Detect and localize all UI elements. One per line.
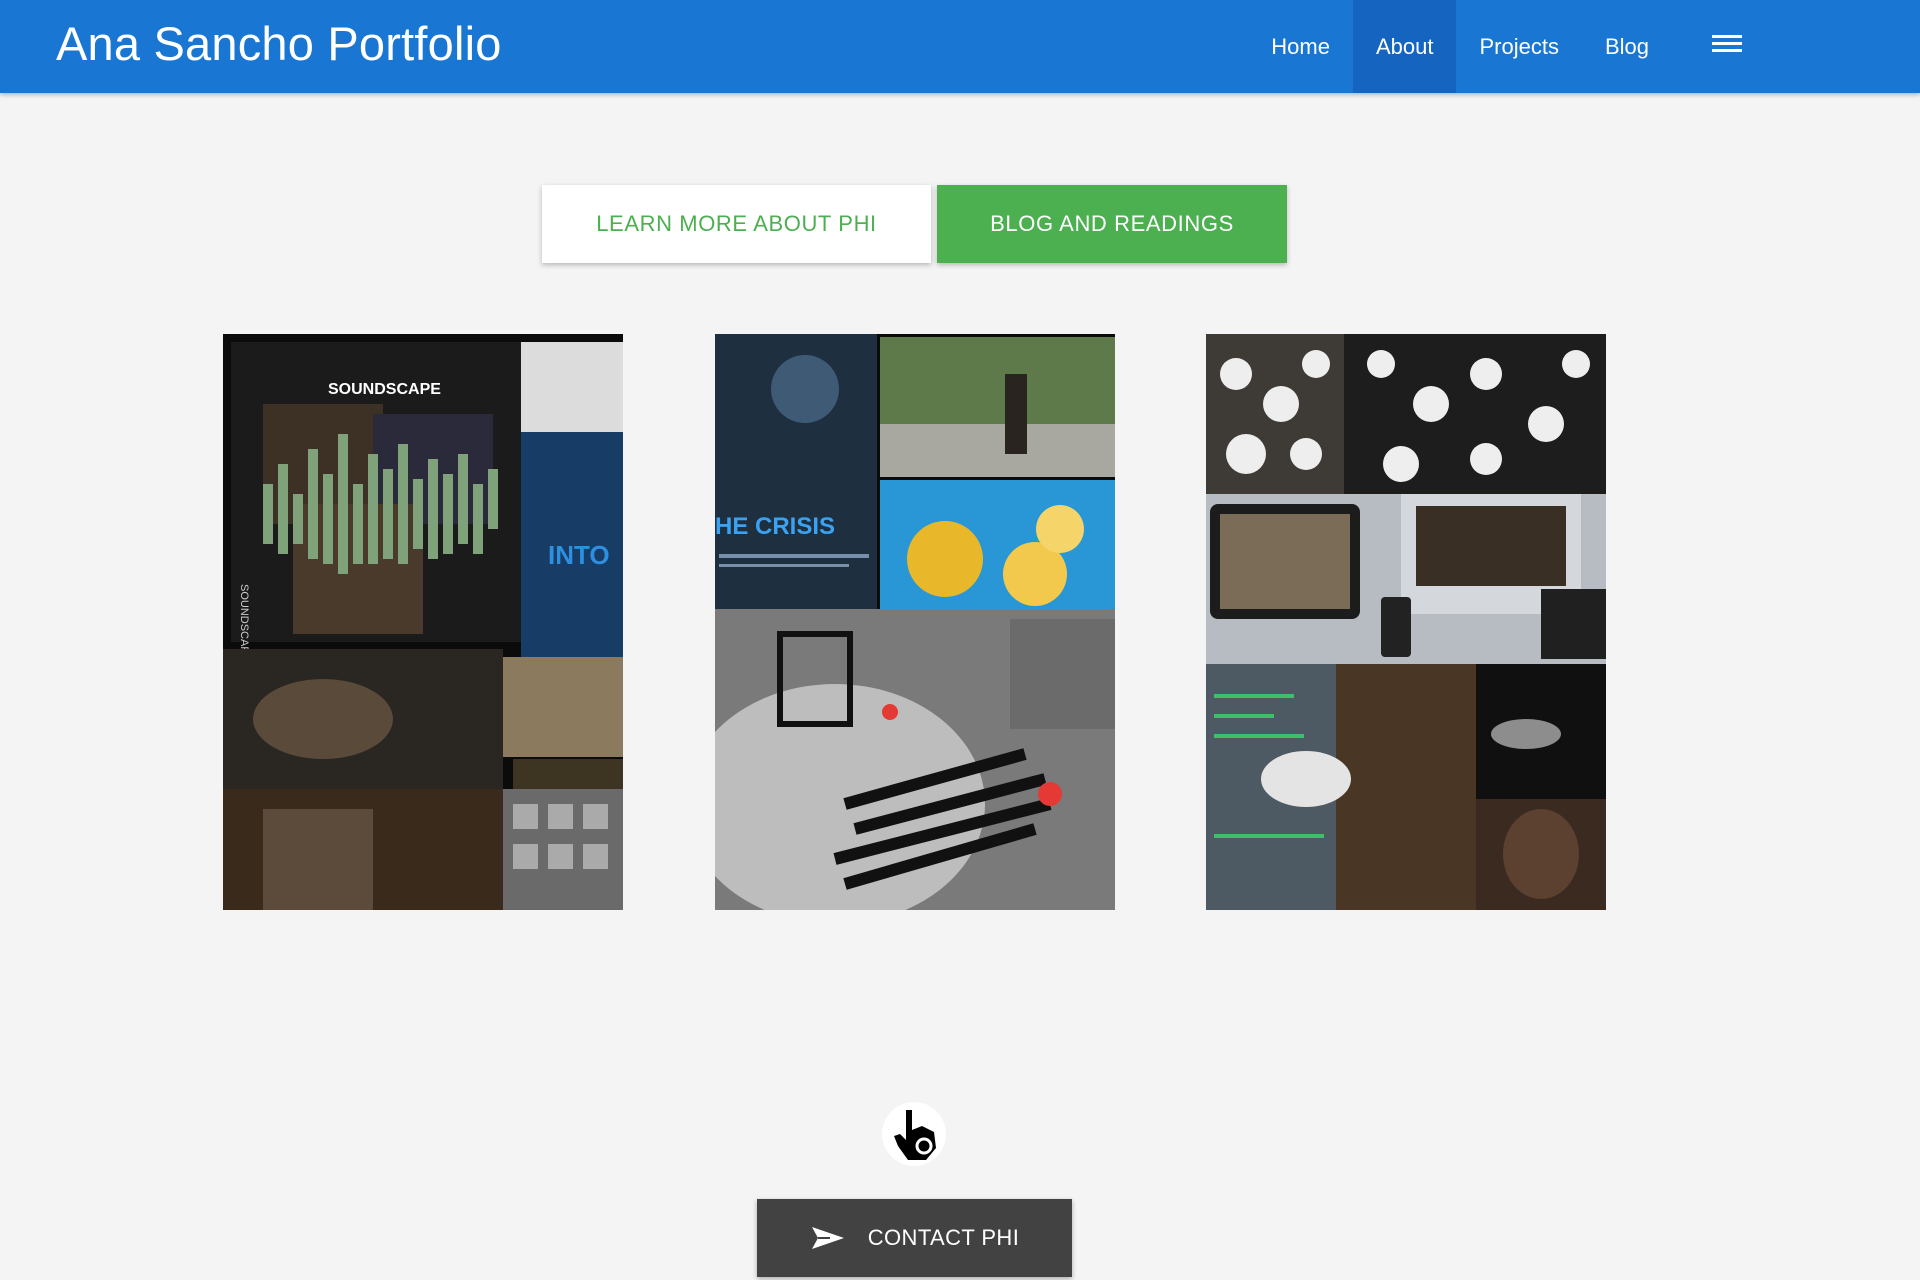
nav-blog[interactable]: Blog bbox=[1582, 0, 1672, 93]
learn-more-button[interactable]: LEARN MORE ABOUT PHI bbox=[542, 185, 931, 263]
blog-readings-button[interactable]: BLOG AND READINGS bbox=[937, 185, 1287, 263]
contact-button[interactable]: CONTACT PHI bbox=[757, 1199, 1072, 1277]
site-title[interactable]: Ana Sancho Portfolio bbox=[56, 16, 502, 71]
nav-about[interactable]: About bbox=[1352, 0, 1457, 93]
project-image-crisis[interactable]: HE CRISIS bbox=[715, 334, 1115, 910]
pointing-hand-icon bbox=[878, 1096, 950, 1168]
into-text: INTO bbox=[548, 540, 610, 570]
nav-projects[interactable]: Projects bbox=[1456, 0, 1581, 93]
hamburger-menu-icon[interactable] bbox=[1712, 35, 1742, 57]
crisis-text: HE CRISIS bbox=[715, 513, 835, 540]
send-icon bbox=[811, 1227, 844, 1249]
soundscape-text: SOUNDSCAPE bbox=[328, 381, 441, 398]
project-image-soundscape[interactable]: SOUNDSCAPE SOUNDSCAPE INTO bbox=[223, 334, 623, 910]
project-image-digital[interactable] bbox=[1206, 334, 1606, 910]
top-navbar: Ana Sancho Portfolio Home About Projects… bbox=[0, 0, 1920, 93]
contact-label: CONTACT PHI bbox=[867, 1225, 1020, 1250]
nav-home[interactable]: Home bbox=[1248, 0, 1353, 93]
nav-links: Home About Projects Blog bbox=[1248, 0, 1672, 93]
